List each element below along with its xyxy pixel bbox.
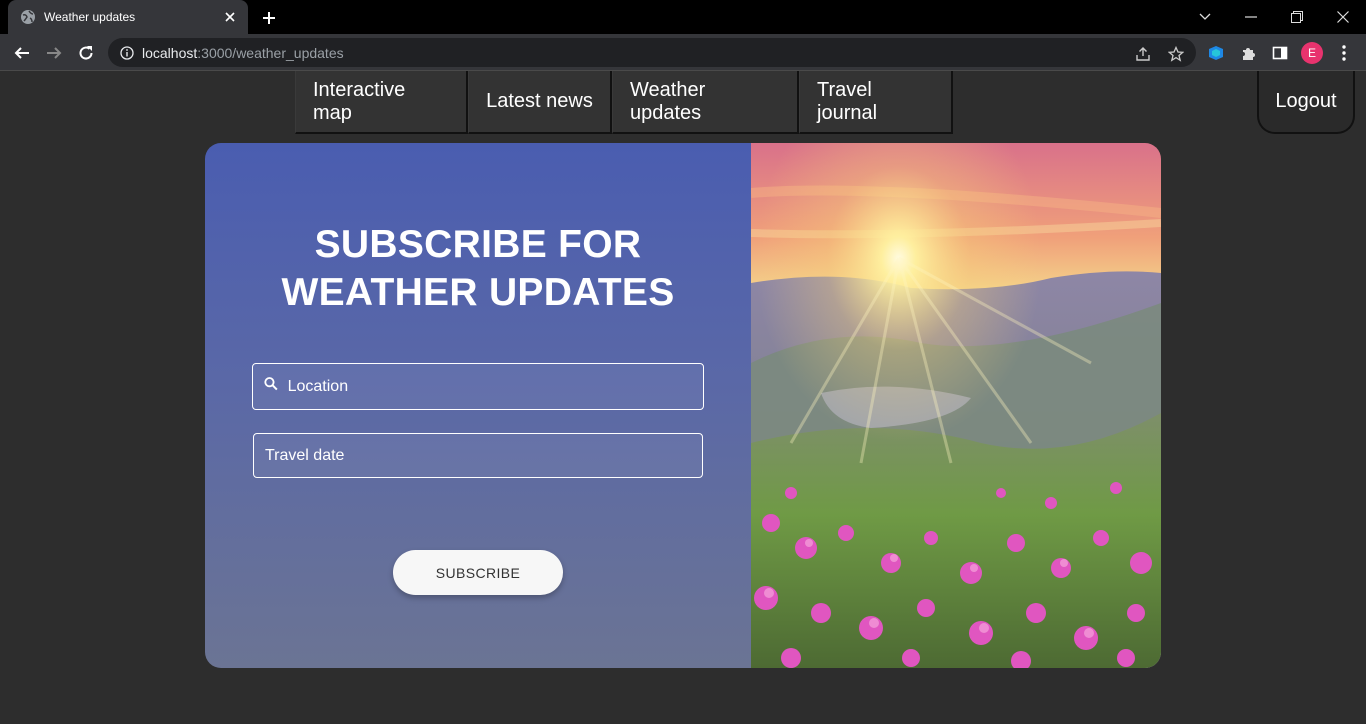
browser-toolbar: localhost:3000/weather_updates E xyxy=(0,34,1366,71)
main-nav: Interactive map Latest news Weather upda… xyxy=(295,71,953,134)
globe-icon xyxy=(20,9,36,25)
page-content: Interactive map Latest news Weather upda… xyxy=(0,71,1366,724)
tab-search-icon[interactable] xyxy=(1182,0,1228,34)
extension-devtools-icon[interactable] xyxy=(1206,43,1226,63)
close-window-icon[interactable] xyxy=(1320,0,1366,34)
subscribe-button[interactable]: SUBSCRIBE xyxy=(393,550,563,595)
travel-date-input[interactable] xyxy=(265,446,702,465)
landscape-image xyxy=(750,143,1161,668)
browser-tab[interactable]: Weather updates xyxy=(8,0,248,34)
tab-title: Weather updates xyxy=(44,10,136,24)
nav-interactive-map[interactable]: Interactive map xyxy=(295,71,468,134)
minimize-icon[interactable] xyxy=(1228,0,1274,34)
info-icon[interactable] xyxy=(120,45,134,60)
subscribe-form-panel: SUBSCRIBE FOR WEATHER UPDATES SUBSCRIBE xyxy=(205,143,751,668)
location-field[interactable] xyxy=(252,363,704,410)
search-icon xyxy=(264,376,278,390)
menu-kebab-icon[interactable] xyxy=(1334,43,1354,63)
logout-button[interactable]: Logout xyxy=(1257,71,1355,134)
page-title: SUBSCRIBE FOR WEATHER UPDATES xyxy=(205,221,751,317)
nav-travel-journal[interactable]: Travel journal xyxy=(799,71,953,134)
puzzle-icon[interactable] xyxy=(1238,43,1258,63)
nav-latest-news[interactable]: Latest news xyxy=(468,71,612,134)
forward-icon[interactable] xyxy=(40,39,68,67)
nav-weather-updates[interactable]: Weather updates xyxy=(612,71,799,134)
headline-line-1: SUBSCRIBE FOR xyxy=(314,223,642,266)
reload-icon[interactable] xyxy=(72,39,100,67)
restore-icon[interactable] xyxy=(1274,0,1320,34)
headline-line-2: WEATHER UPDATES xyxy=(281,271,675,314)
bookmark-star-icon[interactable] xyxy=(1167,45,1185,63)
url-host: localhost xyxy=(142,44,198,61)
side-panel-icon[interactable] xyxy=(1270,43,1290,63)
tab-strip: Weather updates xyxy=(0,0,1366,34)
travel-date-field[interactable] xyxy=(253,433,703,478)
share-icon[interactable] xyxy=(1134,45,1152,63)
subscribe-card: SUBSCRIBE FOR WEATHER UPDATES SUBSCRIBE xyxy=(205,143,1161,668)
url-path: :3000/weather_updates xyxy=(197,44,344,61)
profile-avatar[interactable]: E xyxy=(1301,42,1323,64)
new-tab-icon[interactable] xyxy=(258,7,280,29)
location-input[interactable] xyxy=(287,377,703,396)
tab-close-icon[interactable] xyxy=(222,9,238,25)
address-bar[interactable]: localhost:3000/weather_updates xyxy=(108,38,1196,67)
back-icon[interactable] xyxy=(8,39,36,67)
